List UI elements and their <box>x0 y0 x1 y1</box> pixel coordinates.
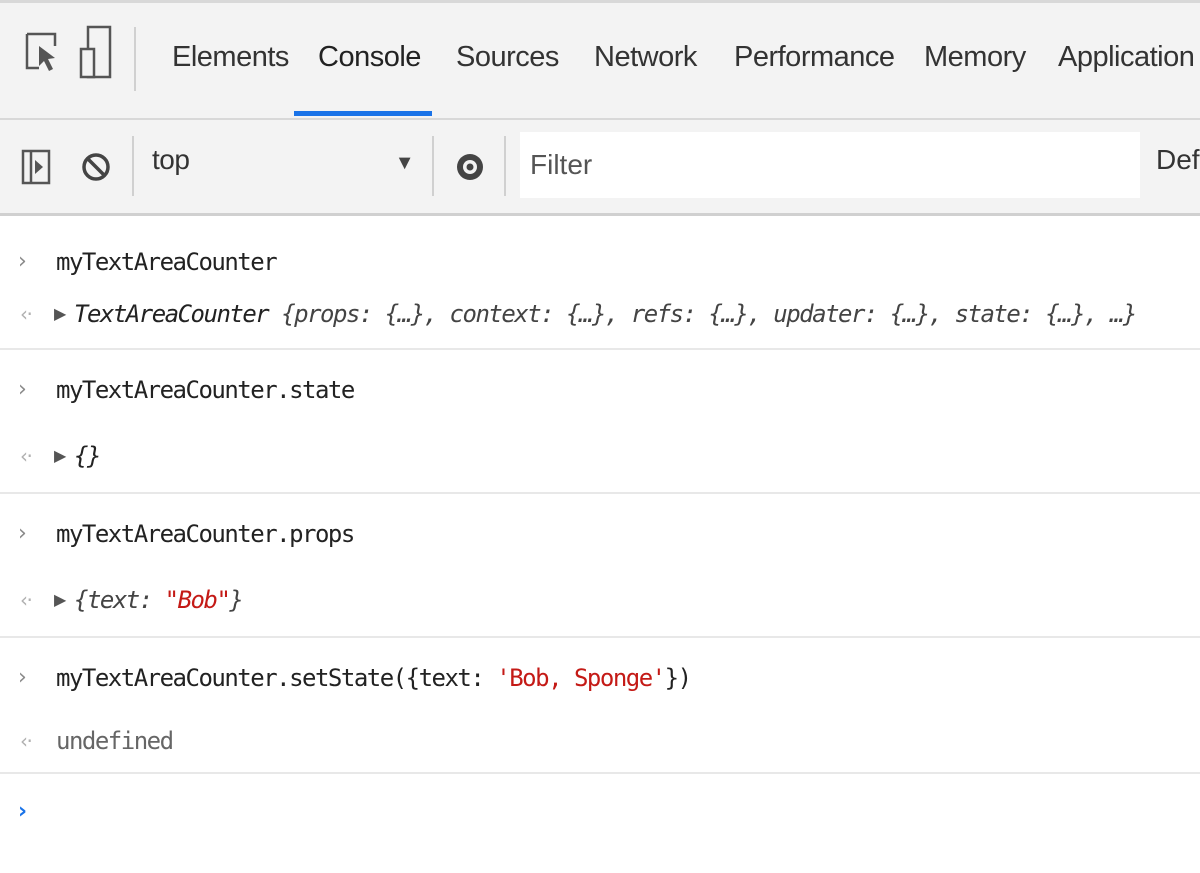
string-literal: 'Bob, Sponge' <box>496 664 666 692</box>
object-class-name: TextAreaCounter <box>74 300 270 328</box>
clear-console-icon[interactable] <box>78 142 114 192</box>
console-output-row: ‹· ▶ {text: "Bob"} <box>0 570 1200 638</box>
object-preview[interactable]: {text: "Bob"} <box>74 570 244 630</box>
context-value: top <box>152 144 190 175</box>
object-key: {text: <box>74 586 165 614</box>
tab-performance[interactable]: Performance <box>734 41 895 74</box>
undefined-value: undefined <box>56 727 174 755</box>
console-messages: › myTextAreaCounter ‹· ▶ TextAreaCounter… <box>0 216 1200 838</box>
tab-network[interactable]: Network <box>594 41 697 74</box>
sidebar-toggle-icon-graphic <box>21 149 51 185</box>
console-input-row: › myTextAreaCounter <box>0 236 1200 288</box>
tab-elements[interactable]: Elements <box>172 41 289 74</box>
tab-console[interactable]: Console <box>318 41 421 74</box>
result-arrow-icon: ‹· <box>20 729 33 753</box>
tab-sources[interactable]: Sources <box>456 41 559 74</box>
input-prompt-icon: › <box>18 377 27 402</box>
object-preview[interactable]: {} <box>74 426 101 486</box>
command-prefix: myTextAreaCounter.setState({text: <box>56 664 497 692</box>
filter-input[interactable] <box>520 132 1140 198</box>
expand-triangle-icon[interactable]: ▶ <box>54 288 66 340</box>
console-command[interactable]: myTextAreaCounter.state <box>56 364 355 416</box>
tab-application[interactable]: Application <box>1058 41 1195 74</box>
console-prompt-row[interactable]: › <box>0 786 1200 838</box>
toolbar-divider <box>432 136 434 196</box>
string-value: "Bob" <box>164 586 231 614</box>
log-levels-dropdown[interactable]: Def <box>1156 144 1200 176</box>
console-output-row: ‹· undefined <box>0 712 1200 774</box>
expand-triangle-icon[interactable]: ▶ <box>54 426 66 486</box>
result-arrow-icon: ‹· <box>20 302 33 326</box>
result-arrow-icon: ‹· <box>20 444 33 468</box>
inspect-element-icon-graphic <box>25 32 57 71</box>
eye-icon-graphic <box>457 154 483 180</box>
toolbar-divider <box>132 136 134 196</box>
devtools-tab-bar: Elements Console Sources Network Perform… <box>0 0 1200 118</box>
object-brace: } <box>229 586 243 614</box>
toolbar-divider <box>504 136 506 196</box>
console-command[interactable]: myTextAreaCounter <box>56 236 278 288</box>
console-output-row: ‹· ▶ {} <box>0 426 1200 494</box>
command-suffix: }) <box>664 664 692 692</box>
input-prompt-icon: › <box>18 521 27 546</box>
console-output-row: ‹· ▶ TextAreaCounter {props: {…}, contex… <box>0 288 1200 350</box>
expand-triangle-icon[interactable]: ▶ <box>54 570 66 630</box>
input-prompt-icon: › <box>18 665 27 690</box>
console-input-row: › myTextAreaCounter.state <box>0 364 1200 416</box>
object-preview[interactable]: TextAreaCounter {props: {…}, context: {…… <box>74 288 1137 340</box>
console-command[interactable]: myTextAreaCounter.setState({text: 'Bob, … <box>56 652 692 704</box>
device-toggle-icon-graphic <box>79 25 112 79</box>
dropdown-triangle-icon: ▼ <box>394 152 415 174</box>
active-tab-indicator <box>294 111 432 116</box>
active-prompt-icon[interactable]: › <box>18 786 27 838</box>
result-arrow-icon: ‹· <box>20 588 33 612</box>
console-command[interactable]: myTextAreaCounter.props <box>56 508 355 560</box>
object-summary: {props: {…}, context: {…}, refs: {…}, up… <box>281 300 1137 328</box>
console-input-row: › myTextAreaCounter.props <box>0 508 1200 560</box>
toolbar-divider <box>134 27 136 91</box>
input-prompt-icon: › <box>18 249 27 274</box>
console-toolbar: top ▼ Def <box>0 118 1200 216</box>
tab-memory[interactable]: Memory <box>924 41 1026 74</box>
eye-icon[interactable] <box>450 142 490 192</box>
device-toggle-icon[interactable] <box>78 25 114 79</box>
console-input-row: › myTextAreaCounter.setState({text: 'Bob… <box>0 652 1200 704</box>
clear-console-icon-graphic <box>82 153 110 181</box>
context-selector[interactable]: top ▼ <box>152 144 422 188</box>
inspect-element-icon[interactable] <box>22 27 62 77</box>
sidebar-toggle-icon[interactable] <box>20 142 52 192</box>
